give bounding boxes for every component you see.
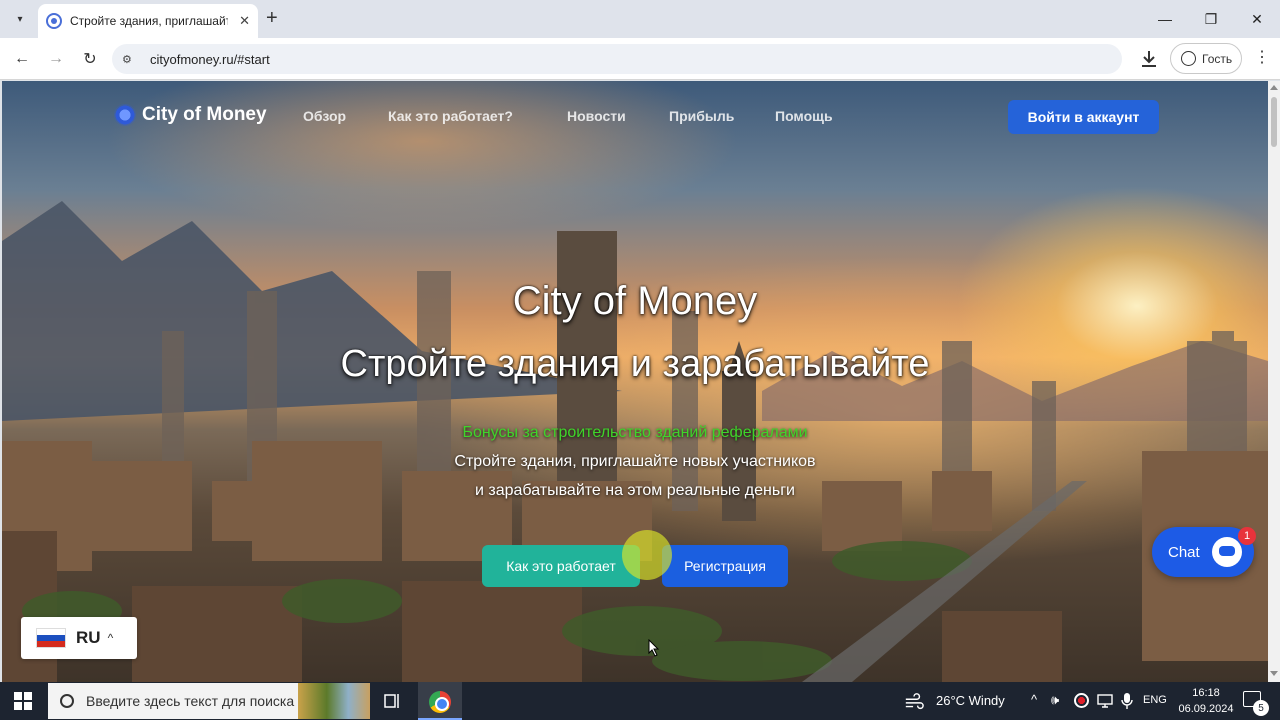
guest-profile-button[interactable]: Гость	[1170, 43, 1242, 74]
restore-icon[interactable]: ❐	[1188, 0, 1234, 38]
chat-label: Chat	[1168, 543, 1200, 561]
microphone-icon[interactable]	[1120, 692, 1134, 710]
nav-link-profit[interactable]: Прибыль	[669, 108, 734, 124]
mouse-pointer-icon	[648, 639, 660, 657]
profile-avatar-icon	[1181, 51, 1196, 66]
nav-link-how-it-works[interactable]: Как это работает?	[388, 108, 513, 124]
active-tab[interactable]: Стройте здания, приглашайте ✕	[38, 4, 258, 38]
hero-title: City of Money	[512, 279, 758, 323]
window-controls: — ❐ ✕	[1142, 0, 1280, 38]
hero-description-line-1: Стройте здания, приглашайте новых участн…	[454, 453, 816, 470]
scrollbar-thumb[interactable]	[1271, 97, 1277, 147]
download-icon[interactable]	[1138, 48, 1160, 70]
tab-search-menu-button[interactable]: ▾	[8, 8, 32, 30]
chevron-up-icon: ^	[107, 631, 114, 645]
taskbar-search-placeholder: Введите здесь текст для поиска	[86, 693, 295, 709]
clock-date: 06.09.2024	[1178, 703, 1234, 715]
address-bar[interactable]: ⚙ cityofmoney.ru/#start	[112, 44, 1122, 74]
input-language-indicator[interactable]: ENG	[1143, 694, 1167, 706]
page-scrollbar[interactable]	[1268, 81, 1280, 682]
browser-tab-bar: ▾ Стройте здания, приглашайте ✕ + — ❐ ✕	[0, 0, 1280, 38]
login-button[interactable]: Войти в аккаунт	[1008, 100, 1159, 134]
new-tab-plus-icon[interactable]: +	[266, 8, 278, 28]
chat-bubble-icon	[1212, 537, 1242, 567]
more-menu-icon[interactable]: ⋮	[1254, 48, 1270, 68]
search-highlight-image	[298, 683, 370, 719]
scroll-down-icon[interactable]	[1270, 671, 1278, 676]
network-icon[interactable]	[1097, 693, 1113, 709]
browser-toolbar: ← → ↻ ⚙ cityofmoney.ru/#start Гость ⋮	[0, 38, 1280, 80]
site-info-icon[interactable]: ⚙	[122, 53, 138, 66]
russia-flag-icon	[36, 628, 66, 648]
guest-label: Гость	[1202, 51, 1233, 66]
site-logo[interactable]: City of Money	[114, 104, 267, 126]
site-favicon-icon	[46, 13, 62, 29]
nav-link-news[interactable]: Новости	[567, 108, 626, 124]
notification-count-badge: 5	[1253, 700, 1269, 716]
task-view-icon[interactable]	[383, 691, 403, 711]
record-icon[interactable]	[1074, 693, 1089, 708]
language-selector[interactable]: RU ^	[21, 617, 137, 659]
windows-start-icon[interactable]	[14, 692, 32, 710]
tab-close-icon[interactable]: ✕	[239, 13, 250, 29]
minimize-icon[interactable]: —	[1142, 0, 1188, 38]
chat-unread-badge: 1	[1238, 527, 1256, 545]
hero-description-line-2: и зарабатывайте на этом реальные деньги	[475, 482, 795, 499]
taskbar-search-box[interactable]: Введите здесь текст для поиска	[48, 683, 370, 719]
hero-subtitle: Стройте здания и зарабатывайте	[340, 343, 930, 385]
register-button[interactable]: Регистрация	[662, 545, 788, 587]
tab-title: Стройте здания, приглашайте	[70, 14, 228, 28]
back-arrow-icon[interactable]: ←	[10, 47, 34, 71]
page-viewport: City of Money Обзор Как это работает? Но…	[2, 81, 1268, 682]
search-icon	[60, 694, 74, 708]
site-header: City of Money Обзор Как это работает? Но…	[2, 81, 1268, 151]
url-text[interactable]: cityofmoney.ru/#start	[150, 52, 270, 67]
weather-text[interactable]: 26°C Windy	[936, 693, 1005, 708]
forward-arrow-icon[interactable]: →	[44, 47, 68, 71]
logo-emblem-icon	[114, 104, 136, 126]
nav-link-help[interactable]: Помощь	[775, 108, 833, 124]
chrome-icon	[429, 691, 451, 713]
system-clock[interactable]: 16:18 06.09.2024	[1176, 685, 1236, 717]
scroll-up-icon[interactable]	[1270, 85, 1278, 90]
cursor-highlight	[622, 530, 672, 580]
how-it-works-button[interactable]: Как это работает	[482, 545, 640, 587]
wind-weather-icon	[905, 693, 924, 710]
volume-icon[interactable]: 🕪	[1051, 692, 1059, 708]
hero-bonus-text: Бонусы за строительство зданий рефералам…	[462, 424, 808, 441]
windows-taskbar: Введите здесь текст для поиска 26°C Wind…	[0, 682, 1280, 720]
logo-text: City of Money	[142, 104, 267, 125]
clock-time: 16:18	[1192, 687, 1220, 699]
window-close-icon[interactable]: ✕	[1234, 0, 1280, 38]
language-code: RU	[76, 628, 101, 647]
tray-chevron-up-icon[interactable]: ^	[1031, 692, 1037, 707]
nav-link-overview[interactable]: Обзор	[303, 108, 346, 124]
reload-icon[interactable]: ↻	[78, 47, 102, 71]
